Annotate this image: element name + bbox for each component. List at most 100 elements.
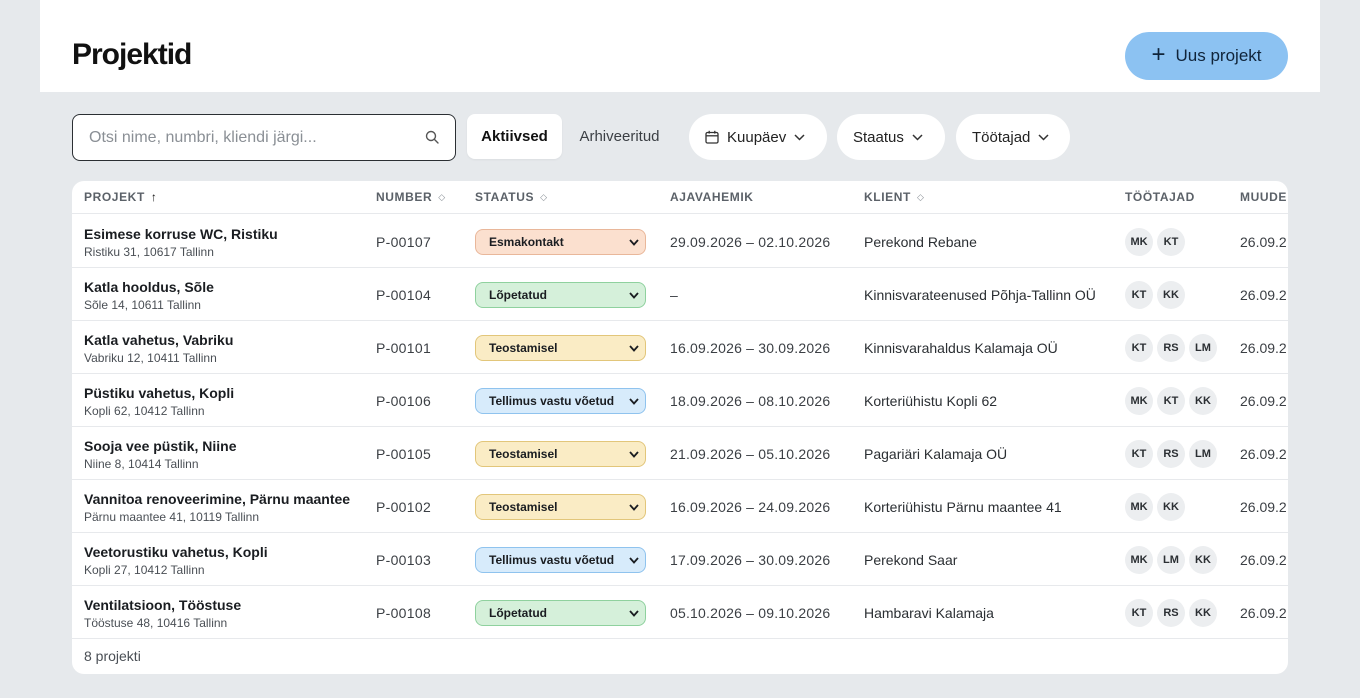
project-modified: 26.09.2: [1240, 393, 1287, 409]
table-row[interactable]: Vannitoa renoveerimine, Pärnu maantee Pär…: [72, 480, 1288, 533]
column-header-period: AJAVAHEMIK: [670, 190, 754, 204]
search-input[interactable]: [89, 115, 419, 160]
filter-employees-label: Töötajad: [972, 128, 1031, 146]
table-row[interactable]: Esimese korruse WC, Ristiku Ristiku 31, 1…: [72, 215, 1288, 268]
tab-active[interactable]: Aktiivsed: [467, 114, 562, 159]
avatar[interactable]: KK: [1157, 281, 1185, 309]
chevron-down-icon: [629, 239, 639, 246]
sort-ascending-icon: ↑: [150, 190, 158, 204]
table-row[interactable]: Püstiku vahetus, Kopli Kopli 62, 10412 Ta…: [72, 374, 1288, 427]
filter-date-button[interactable]: Kuupäev: [689, 114, 827, 160]
project-name[interactable]: Katla hooldus, Sõle: [84, 279, 214, 295]
column-header-client[interactable]: KLIENT ◇: [864, 190, 924, 204]
status-select[interactable]: Teostamisel: [475, 441, 646, 467]
chevron-down-icon: [629, 292, 639, 299]
tab-archived[interactable]: Arhiveeritud: [566, 114, 673, 159]
status-select[interactable]: Esmakontakt: [475, 229, 646, 255]
avatar[interactable]: MK: [1125, 546, 1153, 574]
table-row[interactable]: Katla hooldus, Sõle Sõle 14, 10611 Tallin…: [72, 268, 1288, 321]
project-client: Pagariäri Kalamaja OÜ: [864, 446, 1008, 462]
status-select[interactable]: Lõpetatud: [475, 600, 646, 626]
status-select[interactable]: Tellimus vastu võetud: [475, 547, 646, 573]
avatar[interactable]: KK: [1189, 387, 1217, 415]
avatar[interactable]: KK: [1189, 546, 1217, 574]
employee-avatars: MK LM KK: [1125, 546, 1217, 574]
status-select[interactable]: Teostamisel: [475, 335, 646, 361]
project-name[interactable]: Sooja vee püstik, Niine: [84, 438, 237, 454]
project-name[interactable]: Püstiku vahetus, Kopli: [84, 385, 234, 401]
column-header-status[interactable]: STAATUS ◇: [475, 190, 548, 204]
filter-employees-button[interactable]: Töötajad: [956, 114, 1070, 160]
column-header-project[interactable]: PROJEKT ↑: [84, 190, 158, 204]
status-value: Tellimus vastu võetud: [489, 553, 615, 567]
chevron-down-icon: [794, 133, 805, 141]
employee-avatars: MK KT KK: [1125, 387, 1217, 415]
avatar[interactable]: LM: [1189, 334, 1217, 362]
avatar[interactable]: MK: [1125, 387, 1153, 415]
status-select[interactable]: Teostamisel: [475, 494, 646, 520]
project-modified: 26.09.2: [1240, 499, 1287, 515]
avatar[interactable]: LM: [1189, 440, 1217, 468]
chevron-down-icon: [912, 133, 923, 141]
column-header-label: STAATUS: [475, 190, 535, 204]
project-address: Pärnu maantee 41, 10119 Tallinn: [84, 510, 260, 524]
avatar[interactable]: KT: [1125, 599, 1153, 627]
project-period: 18.09.2026 – 08.10.2026: [670, 393, 831, 409]
project-name[interactable]: Esimese korruse WC, Ristiku: [84, 226, 278, 242]
column-header-label: KLIENT: [864, 190, 911, 204]
project-number: P-00101: [376, 340, 432, 356]
project-name[interactable]: Veetorustiku vahetus, Kopli: [84, 544, 268, 560]
search-icon[interactable]: [425, 130, 439, 144]
column-header-number[interactable]: NUMBER ◇: [376, 190, 446, 204]
page-title: Projektid: [72, 38, 192, 71]
column-header-label: PROJEKT: [84, 190, 145, 204]
avatar[interactable]: LM: [1157, 546, 1185, 574]
project-name[interactable]: Katla vahetus, Vabriku: [84, 332, 233, 348]
chevron-down-icon: [629, 451, 639, 458]
project-address: Vabriku 12, 10411 Tallinn: [84, 351, 217, 365]
status-value: Teostamisel: [489, 341, 558, 355]
status-select[interactable]: Tellimus vastu võetud: [475, 388, 646, 414]
column-header-modified[interactable]: MUUDE: [1240, 190, 1287, 204]
avatar[interactable]: RS: [1157, 440, 1185, 468]
avatar[interactable]: MK: [1125, 228, 1153, 256]
avatar[interactable]: MK: [1125, 493, 1153, 521]
status-select[interactable]: Lõpetatud: [475, 282, 646, 308]
new-project-label: Uus projekt: [1175, 46, 1262, 65]
column-header-label: TÖÖTAJAD: [1125, 190, 1195, 204]
status-value: Lõpetatud: [489, 606, 547, 620]
chevron-down-icon: [629, 557, 639, 564]
avatar[interactable]: RS: [1157, 334, 1185, 362]
avatar[interactable]: KK: [1189, 599, 1217, 627]
avatar[interactable]: KT: [1125, 334, 1153, 362]
project-client: Korteriühistu Kopli 62: [864, 393, 998, 409]
project-number: P-00106: [376, 393, 432, 409]
employee-avatars: KT RS LM: [1125, 334, 1217, 362]
new-project-button[interactable]: + Uus projekt: [1125, 32, 1288, 80]
avatar[interactable]: KK: [1157, 493, 1185, 521]
project-modified: 26.09.2: [1240, 234, 1287, 250]
project-number: P-00108: [376, 605, 432, 621]
employee-avatars: MK KK: [1125, 493, 1185, 521]
avatar[interactable]: KT: [1157, 228, 1185, 256]
employee-avatars: MK KT: [1125, 228, 1185, 256]
avatar[interactable]: RS: [1157, 599, 1185, 627]
table-row[interactable]: Veetorustiku vahetus, Kopli Kopli 27, 104…: [72, 533, 1288, 586]
sort-icon: ◇: [438, 191, 446, 202]
avatar[interactable]: KT: [1125, 281, 1153, 309]
table-row[interactable]: Sooja vee püstik, Niine Niine 8, 10414 Ta…: [72, 427, 1288, 480]
avatar[interactable]: KT: [1157, 387, 1185, 415]
employee-avatars: KT KK: [1125, 281, 1185, 309]
project-client: Hambaravi Kalamaja: [864, 605, 994, 621]
project-modified: 26.09.2: [1240, 340, 1287, 356]
sort-icon: ◇: [540, 191, 548, 202]
project-name[interactable]: Vannitoa renoveerimine, Pärnu maantee: [84, 491, 350, 507]
table-row[interactable]: Katla vahetus, Vabriku Vabriku 12, 10411 …: [72, 321, 1288, 374]
avatar[interactable]: KT: [1125, 440, 1153, 468]
filter-status-label: Staatus: [853, 128, 904, 146]
table-row[interactable]: Ventilatsioon, Tööstuse Tööstuse 48, 1041…: [72, 586, 1288, 639]
project-name[interactable]: Ventilatsioon, Tööstuse: [84, 597, 241, 613]
project-number: P-00104: [376, 287, 432, 303]
filter-status-button[interactable]: Staatus: [837, 114, 945, 160]
status-value: Tellimus vastu võetud: [489, 394, 615, 408]
